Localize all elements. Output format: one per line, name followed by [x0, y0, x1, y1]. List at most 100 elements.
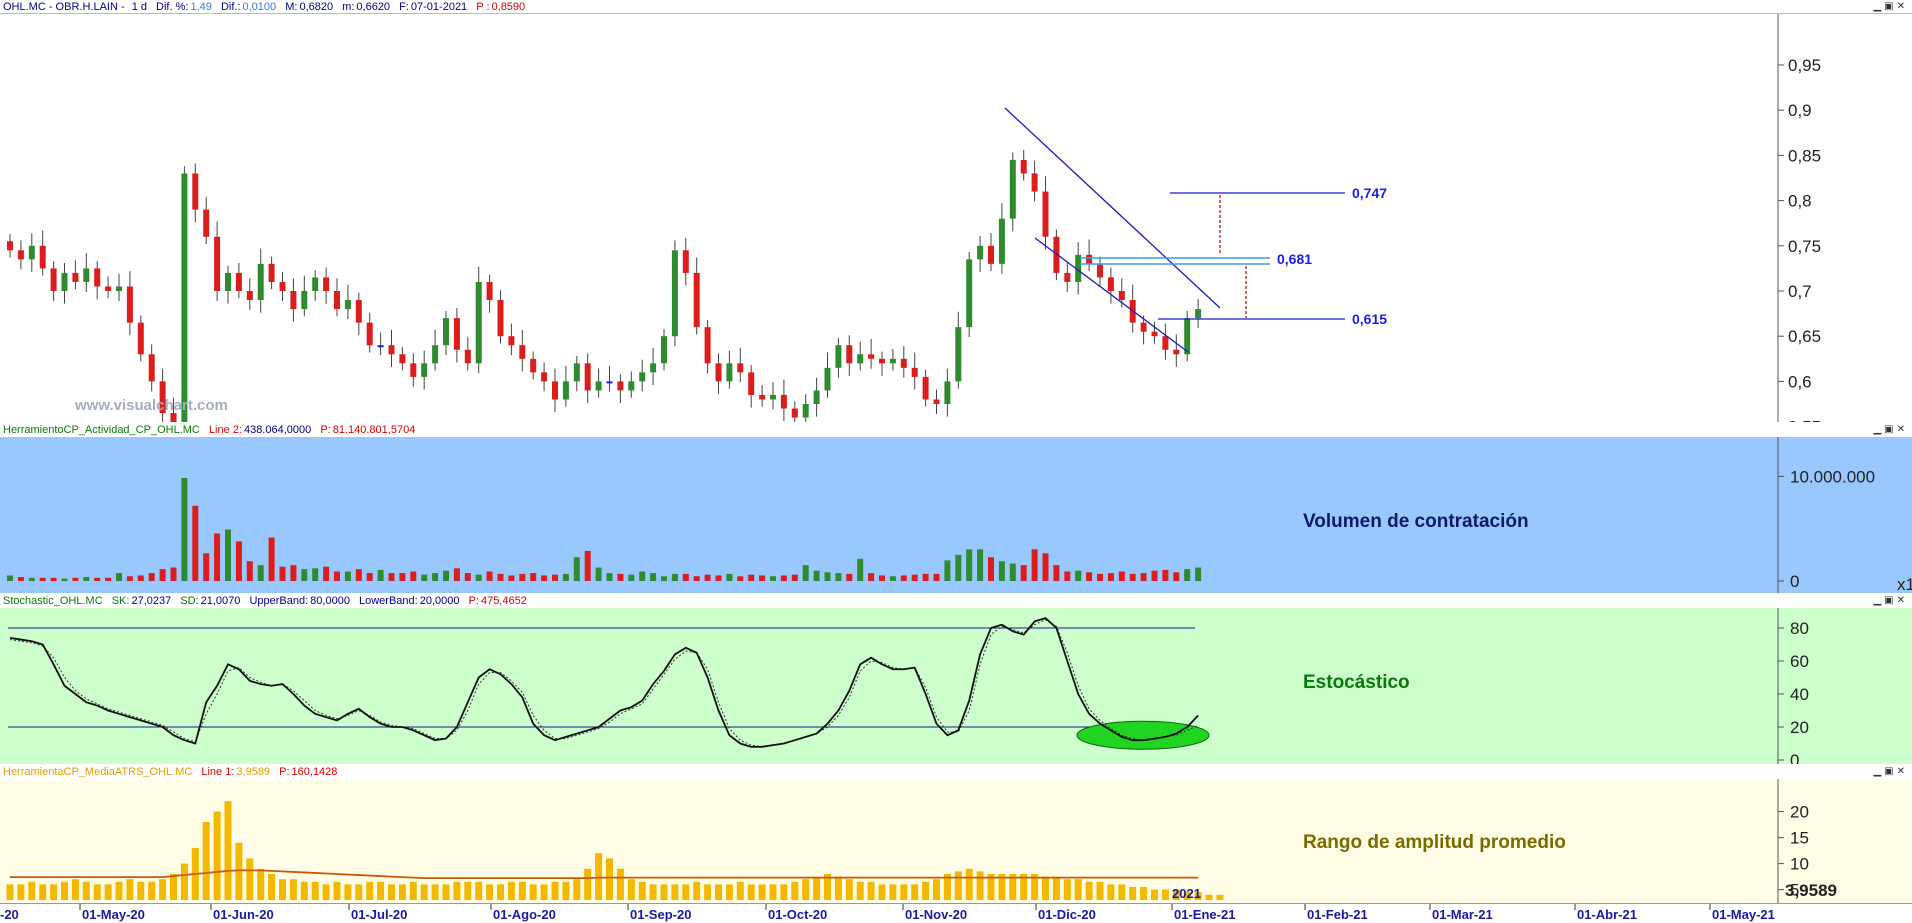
candle-body — [421, 363, 428, 377]
atr-bar — [475, 881, 483, 900]
atr-bar — [115, 881, 123, 900]
atr-bar — [845, 879, 853, 900]
price-tick-label: 0,6 — [1788, 372, 1812, 391]
volume-bar — [791, 574, 798, 581]
candle-body — [715, 363, 722, 382]
atr-bar — [322, 884, 330, 900]
candle-body — [584, 363, 591, 391]
volume-bar — [1020, 565, 1027, 581]
atr-bar — [878, 884, 886, 900]
volume-bar — [355, 569, 362, 581]
volume-bar — [192, 505, 199, 581]
volume-bar — [889, 576, 896, 581]
candle-body — [639, 372, 646, 382]
volume-panel[interactable]: HerramientoCP_Actividad_CP_OHL.MC Line 2… — [0, 423, 1912, 593]
atr-average-line — [10, 869, 1199, 880]
candle-body — [682, 250, 689, 273]
volume-bar — [1151, 570, 1158, 581]
candle-body — [1086, 254, 1093, 264]
candle-body — [203, 209, 210, 237]
candle-body — [475, 281, 482, 364]
candle-body — [911, 367, 918, 377]
volume-chart[interactable]: 10.000.000 0 x10 — [0, 423, 1912, 593]
atr-bar — [638, 881, 646, 900]
volume-bar — [225, 529, 231, 581]
candle-body — [28, 245, 35, 260]
atr-title: Rango de amplitud promedio — [1303, 832, 1566, 853]
candle-body — [312, 277, 319, 291]
candle-body — [857, 354, 864, 364]
candle-body — [661, 336, 667, 364]
atr-bar — [202, 822, 210, 900]
volume-bar — [159, 569, 166, 581]
atr-tick-label: 20 — [1790, 803, 1809, 822]
volume-bar — [868, 573, 875, 581]
volume-bar — [323, 566, 330, 581]
atr-bar — [900, 884, 908, 900]
price-tick-label: 0,95 — [1788, 56, 1821, 75]
candle-body — [671, 250, 678, 337]
volume-bar — [105, 577, 112, 581]
candle-body — [1031, 173, 1038, 192]
atr-bar — [518, 881, 526, 900]
candle-body — [105, 286, 112, 291]
candle-body — [650, 363, 657, 373]
volume-bar — [944, 560, 951, 581]
volume-bar — [388, 573, 395, 581]
atr-bar — [954, 871, 962, 900]
volume-bar — [399, 573, 406, 581]
volume-bar — [410, 571, 417, 581]
price-panel[interactable]: OHL.MC - OBR.H.LAIN - 1 d Dif. %: 1,49 Di… — [0, 0, 1912, 422]
volume-bar — [715, 575, 722, 581]
volume-bar — [1042, 553, 1049, 581]
candle-body — [181, 173, 188, 422]
atr-bar — [289, 879, 297, 900]
candle-body — [541, 372, 548, 382]
candle-body — [399, 354, 406, 364]
atr-bar — [933, 879, 940, 900]
time-axis-svg: -20 01-May-20 01-Jun-20 01-Jul-20 01-Ago-20 0… — [0, 904, 1775, 922]
atr-bar — [649, 884, 657, 900]
volume-bar — [1162, 569, 1169, 581]
volume-bar — [824, 572, 831, 581]
candle-body — [268, 263, 275, 282]
volume-bar — [83, 577, 90, 581]
price-tick-label: 0,7 — [1788, 282, 1812, 301]
price-chart[interactable]: 0,950,90,850,80,750,70,650,60,550,50,747… — [0, 0, 1912, 422]
time-tick-label: 01-Dic-20 — [1038, 907, 1096, 922]
atr-bar — [802, 879, 810, 900]
stochastic-chart[interactable]: 80 60 40 20 0 — [0, 594, 1912, 764]
atr-panel[interactable]: HerramientaCP_MediaATRS_OHL.MC Line 1: 3,… — [0, 765, 1912, 903]
atr-chart[interactable]: 20151053,95892021 — [0, 765, 1912, 903]
volume-bar — [639, 571, 646, 581]
candle-body — [737, 363, 744, 373]
atr-bar — [333, 881, 341, 900]
volume-bar — [421, 574, 428, 581]
stoch-tick-label: 20 — [1790, 718, 1809, 737]
candle-body — [279, 281, 286, 291]
atr-bar — [606, 858, 613, 900]
volume-bar — [486, 571, 493, 581]
atr-bar — [736, 881, 744, 900]
candle-body — [137, 322, 144, 355]
candle-body — [508, 336, 515, 346]
atr-bar — [758, 884, 766, 900]
volume-bar — [922, 573, 929, 581]
candle-body — [955, 327, 962, 382]
time-tick-label: -20 — [0, 907, 19, 922]
volume-bar — [911, 574, 918, 581]
year-marker: 2021 — [1172, 886, 1201, 901]
atr-bar — [311, 881, 319, 900]
volume-bar — [246, 561, 253, 581]
atr-bar — [180, 863, 188, 900]
price-tick-label: 0,9 — [1788, 101, 1812, 120]
candle-body — [1184, 318, 1191, 355]
atr-bar — [911, 884, 919, 900]
atr-bar — [279, 879, 286, 900]
atr-bar — [464, 881, 472, 900]
atr-bar — [300, 881, 308, 900]
stochastic-panel[interactable]: Stochastic_OHL.MC SK: 27,0237 SD: 21,0070 … — [0, 594, 1912, 764]
candle-body — [443, 318, 449, 346]
candle-body — [61, 272, 68, 291]
candle-body — [824, 367, 831, 391]
